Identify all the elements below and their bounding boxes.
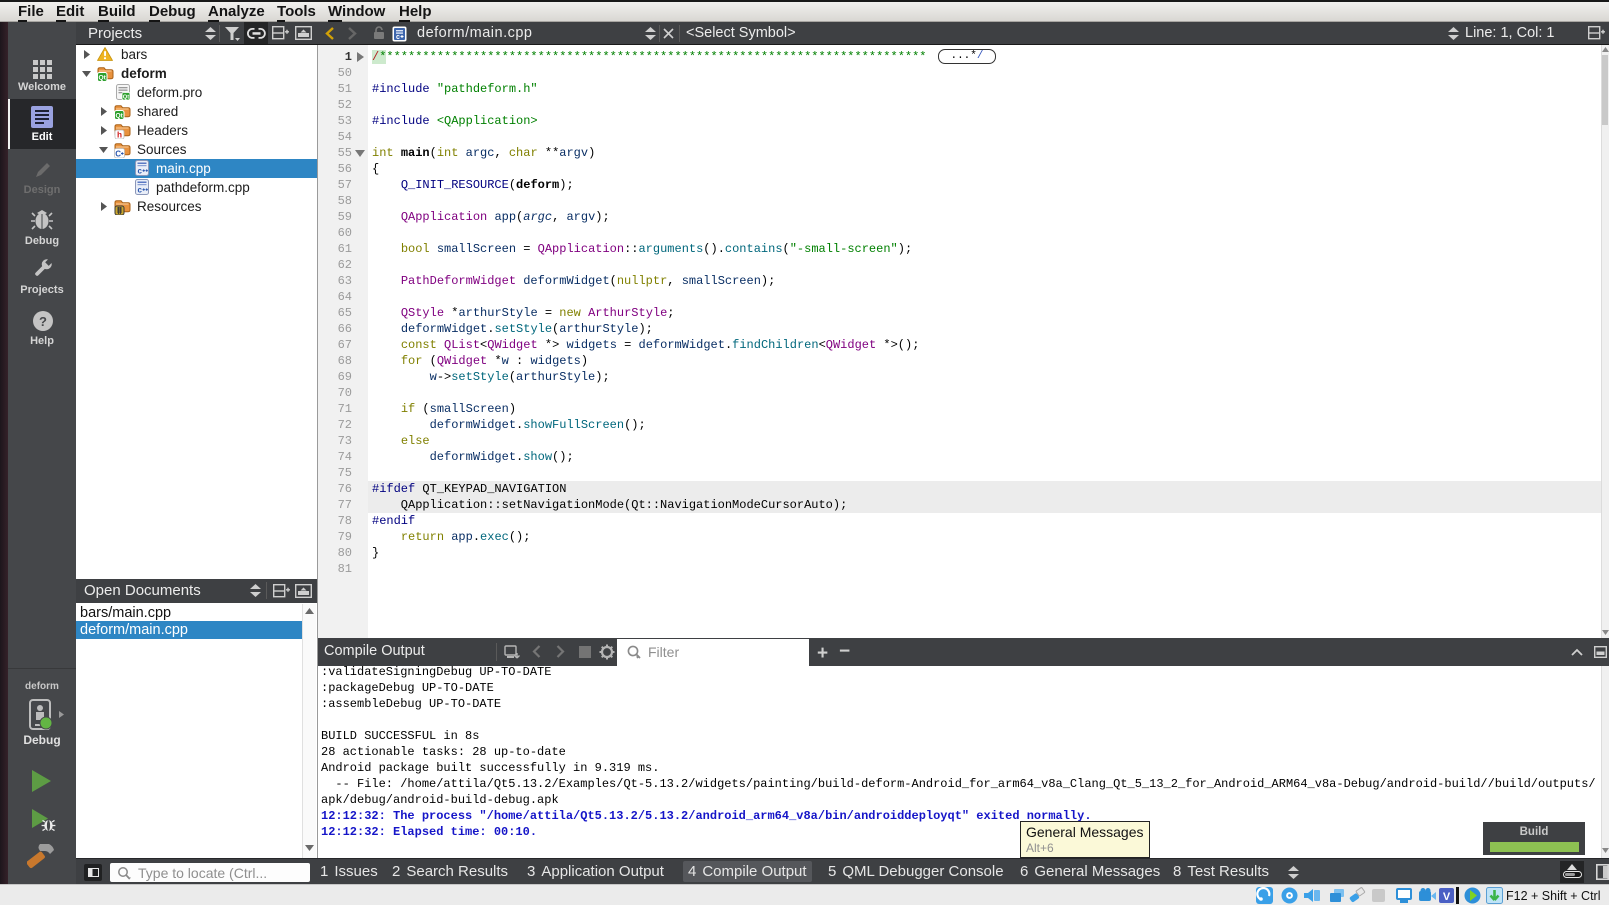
svg-text:h: h xyxy=(117,130,122,139)
svg-text:Qt: Qt xyxy=(116,113,124,120)
svg-text:C: C xyxy=(115,149,121,158)
svg-text:c: c xyxy=(138,167,143,176)
svg-text:?: ? xyxy=(39,314,47,329)
svg-text:c: c xyxy=(396,34,400,41)
svg-text:V: V xyxy=(1443,891,1451,903)
svg-text:c: c xyxy=(138,186,143,195)
svg-text:Qt: Qt xyxy=(99,75,107,82)
svg-text:Qt: Qt xyxy=(123,95,130,100)
